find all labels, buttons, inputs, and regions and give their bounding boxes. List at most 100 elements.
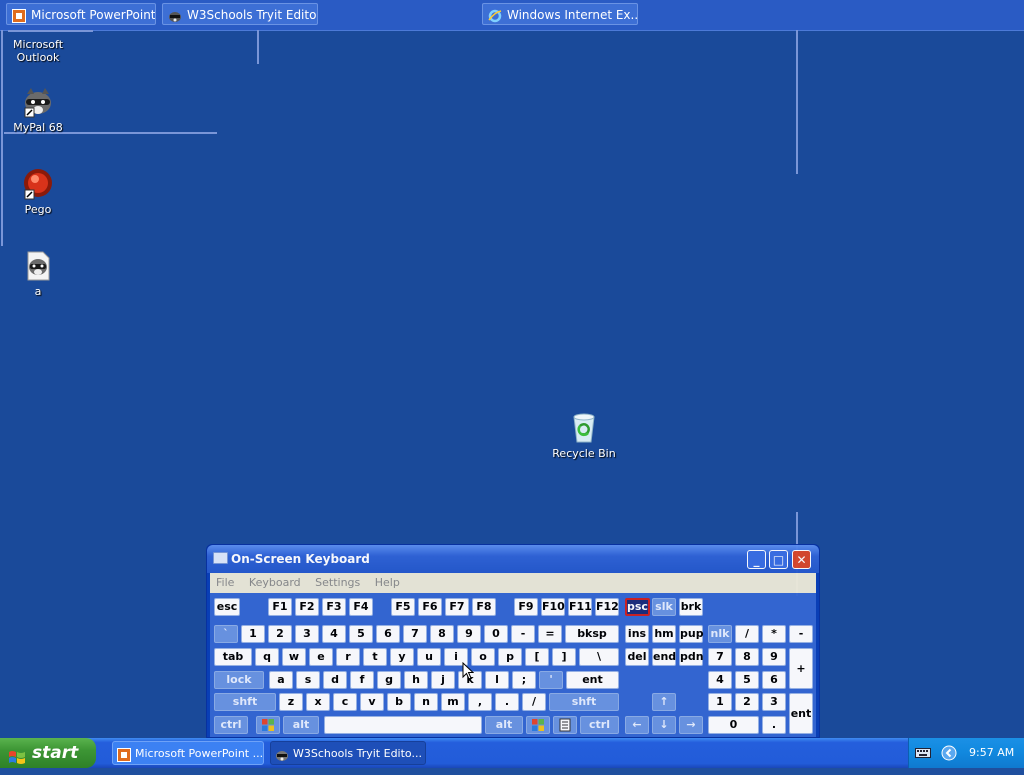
key-numpad-multiply[interactable]: * bbox=[762, 625, 786, 643]
key-arrow-left[interactable]: ← bbox=[625, 716, 649, 734]
menu-help[interactable]: Help bbox=[369, 573, 405, 589]
top-window-powerpoint[interactable]: Microsoft PowerPoint ... bbox=[6, 3, 156, 25]
key-v[interactable]: v bbox=[360, 693, 384, 711]
key-right-alt[interactable]: alt bbox=[485, 716, 523, 734]
key-backslash[interactable]: \ bbox=[579, 648, 619, 666]
key-numpad-subtract[interactable]: - bbox=[789, 625, 813, 643]
desktop-icon-mypal[interactable]: MyPal 68 bbox=[0, 86, 76, 134]
key-4[interactable]: 4 bbox=[322, 625, 346, 643]
key-numpad-add[interactable]: + bbox=[789, 648, 813, 689]
close-button[interactable]: ✕ bbox=[792, 550, 811, 569]
key-num-lock[interactable]: nlk bbox=[708, 625, 732, 643]
key-period[interactable]: . bbox=[495, 693, 519, 711]
key-f11[interactable]: F11 bbox=[568, 598, 592, 616]
key-numpad-1[interactable]: 1 bbox=[708, 693, 732, 711]
key-home[interactable]: hm bbox=[652, 625, 676, 643]
key-f6[interactable]: F6 bbox=[418, 598, 442, 616]
key-o[interactable]: o bbox=[471, 648, 495, 666]
key-b[interactable]: b bbox=[387, 693, 411, 711]
key-w[interactable]: w bbox=[282, 648, 306, 666]
key-right-ctrl[interactable]: ctrl bbox=[580, 716, 619, 734]
key-1[interactable]: 1 bbox=[241, 625, 265, 643]
key-a[interactable]: a bbox=[269, 671, 293, 689]
show-hidden-icons-button[interactable] bbox=[941, 745, 957, 764]
key-numpad-2[interactable]: 2 bbox=[735, 693, 759, 711]
key-c[interactable]: c bbox=[333, 693, 357, 711]
key-u[interactable]: u bbox=[417, 648, 441, 666]
key-numpad-0[interactable]: 0 bbox=[708, 716, 759, 734]
key-7[interactable]: 7 bbox=[403, 625, 427, 643]
key-enter[interactable]: ent bbox=[566, 671, 619, 689]
key-z[interactable]: z bbox=[279, 693, 303, 711]
key-right-windows[interactable] bbox=[526, 716, 550, 734]
key-numpad-3[interactable]: 3 bbox=[762, 693, 786, 711]
maximize-button[interactable]: □ bbox=[769, 550, 788, 569]
key-break[interactable]: brk bbox=[679, 598, 703, 616]
key-f1[interactable]: F1 bbox=[268, 598, 292, 616]
key-t[interactable]: t bbox=[363, 648, 387, 666]
key-print-screen[interactable]: psc bbox=[625, 598, 650, 616]
key-left-alt[interactable]: alt bbox=[283, 716, 319, 734]
key-l[interactable]: l bbox=[485, 671, 509, 689]
key-numpad-decimal[interactable]: . bbox=[762, 716, 786, 734]
key-numpad-4[interactable]: 4 bbox=[708, 671, 732, 689]
top-window-ie[interactable]: Windows Internet Ex... bbox=[482, 3, 638, 25]
key-page-down[interactable]: pdn bbox=[679, 648, 704, 666]
key-quote[interactable]: ' bbox=[539, 671, 563, 689]
key-f4[interactable]: F4 bbox=[349, 598, 373, 616]
key-left-ctrl[interactable]: ctrl bbox=[214, 716, 248, 734]
key-f7[interactable]: F7 bbox=[445, 598, 469, 616]
key-numpad-9[interactable]: 9 bbox=[762, 648, 786, 666]
key-numpad-8[interactable]: 8 bbox=[735, 648, 759, 666]
desktop-icon-pego[interactable]: Pego bbox=[0, 168, 76, 216]
key-f5[interactable]: F5 bbox=[391, 598, 415, 616]
key-d[interactable]: d bbox=[323, 671, 347, 689]
key-5[interactable]: 5 bbox=[349, 625, 373, 643]
key-left-bracket[interactable]: [ bbox=[525, 648, 549, 666]
key-menu[interactable] bbox=[553, 716, 577, 734]
key-g[interactable]: g bbox=[377, 671, 401, 689]
key-6[interactable]: 6 bbox=[376, 625, 400, 643]
key-2[interactable]: 2 bbox=[268, 625, 292, 643]
key-numpad-divide[interactable]: / bbox=[735, 625, 759, 643]
key-f8[interactable]: F8 bbox=[472, 598, 496, 616]
key-y[interactable]: y bbox=[390, 648, 414, 666]
key-f3[interactable]: F3 bbox=[322, 598, 346, 616]
menu-file[interactable]: File bbox=[210, 573, 239, 589]
key-s[interactable]: s bbox=[296, 671, 320, 689]
key-equals[interactable]: = bbox=[538, 625, 562, 643]
key-arrow-right[interactable]: → bbox=[679, 716, 703, 734]
desktop-icon-recycle-bin[interactable]: Recycle Bin bbox=[546, 412, 622, 460]
top-window-w3schools[interactable]: W3Schools Tryit Edito... bbox=[162, 3, 318, 25]
key-backspace[interactable]: bksp bbox=[565, 625, 619, 643]
key-numpad-6[interactable]: 6 bbox=[762, 671, 786, 689]
menu-keyboard[interactable]: Keyboard bbox=[243, 573, 306, 589]
key-delete[interactable]: del bbox=[625, 648, 649, 666]
key-j[interactable]: j bbox=[431, 671, 455, 689]
key-esc[interactable]: esc bbox=[214, 598, 240, 616]
key-numpad-7[interactable]: 7 bbox=[708, 648, 732, 666]
keyboard-tray-icon[interactable] bbox=[915, 746, 931, 763]
key-8[interactable]: 8 bbox=[430, 625, 454, 643]
key-q[interactable]: q bbox=[255, 648, 279, 666]
osk-title-bar[interactable]: On-Screen Keyboard _ □ ✕ bbox=[207, 545, 819, 573]
key-p[interactable]: p bbox=[498, 648, 522, 666]
key-arrow-up[interactable]: ↑ bbox=[652, 693, 676, 711]
key-e[interactable]: e bbox=[309, 648, 333, 666]
key-semicolon[interactable]: ; bbox=[512, 671, 536, 689]
key-numpad-5[interactable]: 5 bbox=[735, 671, 759, 689]
key-page-up[interactable]: pup bbox=[679, 625, 704, 643]
key-right-bracket[interactable]: ] bbox=[552, 648, 576, 666]
taskbar-button-w3schools[interactable]: W3Schools Tryit Edito... bbox=[270, 741, 426, 765]
key-tab[interactable]: tab bbox=[214, 648, 252, 666]
key-insert[interactable]: ins bbox=[625, 625, 649, 643]
key-left-windows[interactable] bbox=[256, 716, 280, 734]
key-right-shift[interactable]: shft bbox=[549, 693, 619, 711]
clock[interactable]: 9:57 AM bbox=[969, 746, 1014, 759]
key-f10[interactable]: F10 bbox=[541, 598, 565, 616]
key-r[interactable]: r bbox=[336, 648, 360, 666]
key-f12[interactable]: F12 bbox=[595, 598, 619, 616]
key-f9[interactable]: F9 bbox=[514, 598, 538, 616]
taskbar-button-powerpoint[interactable]: Microsoft PowerPoint ... bbox=[112, 741, 264, 765]
key-3[interactable]: 3 bbox=[295, 625, 319, 643]
